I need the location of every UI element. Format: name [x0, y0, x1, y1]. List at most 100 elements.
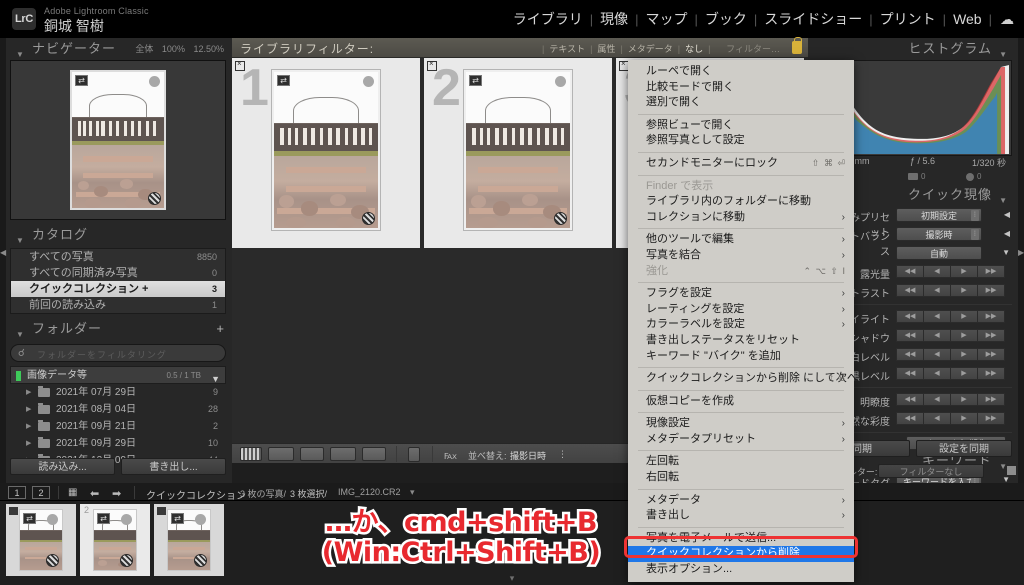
- add-folder-button[interactable]: +: [216, 318, 224, 340]
- grid-cell[interactable]: 1: [232, 58, 422, 248]
- flag-reject-icon[interactable]: [427, 61, 437, 71]
- collapse-caret-icon[interactable]: ◀: [1004, 229, 1010, 238]
- menu-item-open-reference[interactable]: 参照ビューで開く: [628, 118, 854, 134]
- survey-view-icon[interactable]: [330, 447, 356, 461]
- menu-item-set-reference-photo[interactable]: 参照写真として設定: [628, 133, 854, 149]
- flag-icon[interactable]: [9, 507, 18, 515]
- menu-item-create-virtual-copy[interactable]: 仮想コピーを作成: [628, 394, 854, 410]
- slider-stepper[interactable]: ◀◀◀▶▶▶: [896, 310, 1004, 323]
- volume-row[interactable]: 画像データ等 0.5 / 1 TB ▼: [10, 366, 226, 384]
- auto-tone-button[interactable]: 自動: [896, 246, 982, 260]
- sort-az-icon[interactable]: ℻: [444, 449, 457, 462]
- menu-item-develop-settings[interactable]: 現像設定 ›: [628, 416, 854, 432]
- filmstrip-collapse-icon[interactable]: ▾: [510, 573, 515, 584]
- stepper-icon[interactable]: ⋮: [971, 210, 979, 221]
- grid-cell[interactable]: 2: [424, 58, 614, 248]
- navigator-zoom-100[interactable]: 100%: [162, 44, 185, 54]
- filter-tab-metadata[interactable]: メタデータ: [628, 42, 673, 55]
- menu-item-export[interactable]: 書き出し ›: [628, 508, 854, 524]
- collapse-caret-icon[interactable]: ◀: [1004, 210, 1010, 219]
- menu-item-edit-in[interactable]: 他のツールで編集 ›: [628, 232, 854, 248]
- menu-item-set-flag[interactable]: フラグを設定 ›: [628, 286, 854, 302]
- catalog-row-previous-import[interactable]: 前回の読み込み 1: [11, 297, 225, 313]
- menu-item-metadata-presets[interactable]: メタデータプリセット ›: [628, 432, 854, 448]
- module-web[interactable]: Web: [946, 11, 989, 27]
- filmstrip-thumb[interactable]: 2: [80, 504, 150, 576]
- menu-item-go-to-folder[interactable]: ライブラリ内のフォルダーに移動: [628, 194, 854, 210]
- import-button[interactable]: 読み込み...: [10, 458, 115, 475]
- folder-row[interactable]: ▶ 2021年 08月 04日 28: [10, 401, 226, 418]
- filter-tab-none[interactable]: なし: [685, 42, 703, 55]
- forward-arrow-icon[interactable]: ➡: [112, 487, 121, 500]
- chevron-down-icon[interactable]: ▼: [16, 44, 25, 66]
- folder-filter-input[interactable]: ☌ フォルダーをフィルタリング: [10, 344, 226, 362]
- folder-row[interactable]: ▶ 2021年 09月 21日 2: [10, 418, 226, 435]
- navigator-zoom-controls[interactable]: 全体 100% 12.50%: [129, 38, 224, 60]
- filmstrip-menu-icon[interactable]: ▾: [410, 487, 415, 498]
- spray-can-icon[interactable]: [408, 447, 420, 462]
- filmstrip-thumb[interactable]: [6, 504, 76, 576]
- people-view-icon[interactable]: [362, 447, 386, 461]
- filter-select[interactable]: フィルターなし: [878, 464, 984, 478]
- catalog-row-all-photos[interactable]: すべての写真 8850: [11, 249, 225, 265]
- compare-view-icon[interactable]: [300, 447, 324, 461]
- module-develop[interactable]: 現像: [593, 9, 635, 29]
- grid-toggle-icon[interactable]: ▦: [68, 487, 77, 498]
- filter-tab-text[interactable]: テキスト: [549, 42, 585, 55]
- module-slideshow[interactable]: スライドショー: [757, 9, 869, 29]
- library-filter-bar[interactable]: ライブラリフィルター: |テキスト |属性 |メタデータ |なし| フィルター…: [232, 38, 808, 58]
- catalog-row-quick-collection[interactable]: クイックコレクション + 3: [11, 281, 225, 297]
- sync-settings-button[interactable]: 設定を同期: [916, 440, 1012, 457]
- left-panel-grip[interactable]: ◀: [0, 38, 6, 483]
- slider-stepper[interactable]: ◀◀◀▶▶▶: [896, 284, 1004, 297]
- right-panel-grip[interactable]: ▶: [1018, 38, 1024, 483]
- sort-value[interactable]: 撮影日時: [510, 449, 546, 462]
- navigator-fit[interactable]: 全体: [135, 44, 153, 54]
- menu-item-remove-from-quick-collection-and-next[interactable]: クイックコレクションから削除 にして次へ ⇧ B: [628, 371, 854, 387]
- folder-row[interactable]: ▶ 2021年 07月 29日 9: [10, 384, 226, 401]
- flag-reject-icon[interactable]: [235, 61, 245, 71]
- module-map[interactable]: マップ: [639, 9, 695, 29]
- lock-icon[interactable]: [792, 41, 802, 54]
- chevron-right-icon[interactable]: ▶: [26, 384, 31, 401]
- menu-item-reset-export-status[interactable]: 書き出しステータスをリセット: [628, 333, 854, 349]
- module-book[interactable]: ブック: [698, 9, 754, 29]
- slider-stepper[interactable]: ◀◀◀▶▶▶: [896, 348, 1004, 361]
- page-button-2[interactable]: 2: [32, 486, 50, 499]
- preset-select[interactable]: 初期設定 ⋮: [896, 208, 982, 222]
- cloud-icon[interactable]: ☁: [1000, 11, 1014, 28]
- slider-stepper[interactable]: ◀◀◀▶▶▶: [896, 265, 1004, 278]
- module-print[interactable]: プリント: [873, 9, 943, 29]
- menu-item-view-options[interactable]: 表示オプション...: [628, 562, 854, 578]
- chevron-down-icon[interactable]: ▼: [16, 324, 25, 346]
- chevron-down-icon[interactable]: ▼: [1002, 248, 1010, 257]
- catalog-row-synced-photos[interactable]: すべての同期済み写真 0: [11, 265, 225, 281]
- grid-view-icon[interactable]: [240, 447, 262, 461]
- chevron-right-icon[interactable]: ▶: [26, 418, 31, 435]
- page-button-1[interactable]: 1: [8, 486, 26, 499]
- chevron-right-icon[interactable]: ▶: [26, 401, 31, 418]
- folder-row[interactable]: ▶ 2021年 09月 29日 10: [10, 435, 226, 452]
- filmstrip-thumb[interactable]: [154, 504, 224, 576]
- menu-item-photo-merge[interactable]: 写真を結合 ›: [628, 248, 854, 264]
- sort-chevron-icon[interactable]: ⋮: [558, 449, 567, 460]
- menu-item-metadata[interactable]: メタデータ ›: [628, 493, 854, 509]
- folders-header[interactable]: ▼ フォルダー +: [10, 318, 226, 340]
- menu-item-rotate-left[interactable]: 左回転: [628, 454, 854, 470]
- menu-item-lock-second-monitor[interactable]: セカンドモニターにロック ⇧ ⌘ ⏎: [628, 156, 854, 172]
- navigator-zoom-custom[interactable]: 12.50%: [193, 44, 224, 54]
- menu-item-open-loupe[interactable]: ルーペで開く: [628, 64, 854, 80]
- navigator-header[interactable]: ▼ ナビゲーター 全体 100% 12.50%: [10, 38, 226, 60]
- stepper-icon[interactable]: ⋮: [971, 229, 979, 240]
- filter-preset-label[interactable]: フィルター…: [726, 42, 780, 55]
- menu-item-set-rating[interactable]: レーティングを設定 ›: [628, 302, 854, 318]
- menu-item-go-to-collection[interactable]: コレクションに移動 ›: [628, 210, 854, 226]
- white-balance-select[interactable]: 撮影時 ⋮: [896, 227, 982, 241]
- histogram-header[interactable]: ヒストグラム ▼: [814, 38, 1012, 60]
- flag-icon[interactable]: [157, 507, 166, 515]
- menu-item-add-keyword[interactable]: キーワード "バイク" を追加: [628, 349, 854, 365]
- catalog-header[interactable]: ▼ カタログ: [10, 224, 226, 246]
- slider-stepper[interactable]: ◀◀◀▶▶▶: [896, 367, 1004, 380]
- module-library[interactable]: ライブラリ: [506, 9, 590, 29]
- slider-stepper[interactable]: ◀◀◀▶▶▶: [896, 412, 1004, 425]
